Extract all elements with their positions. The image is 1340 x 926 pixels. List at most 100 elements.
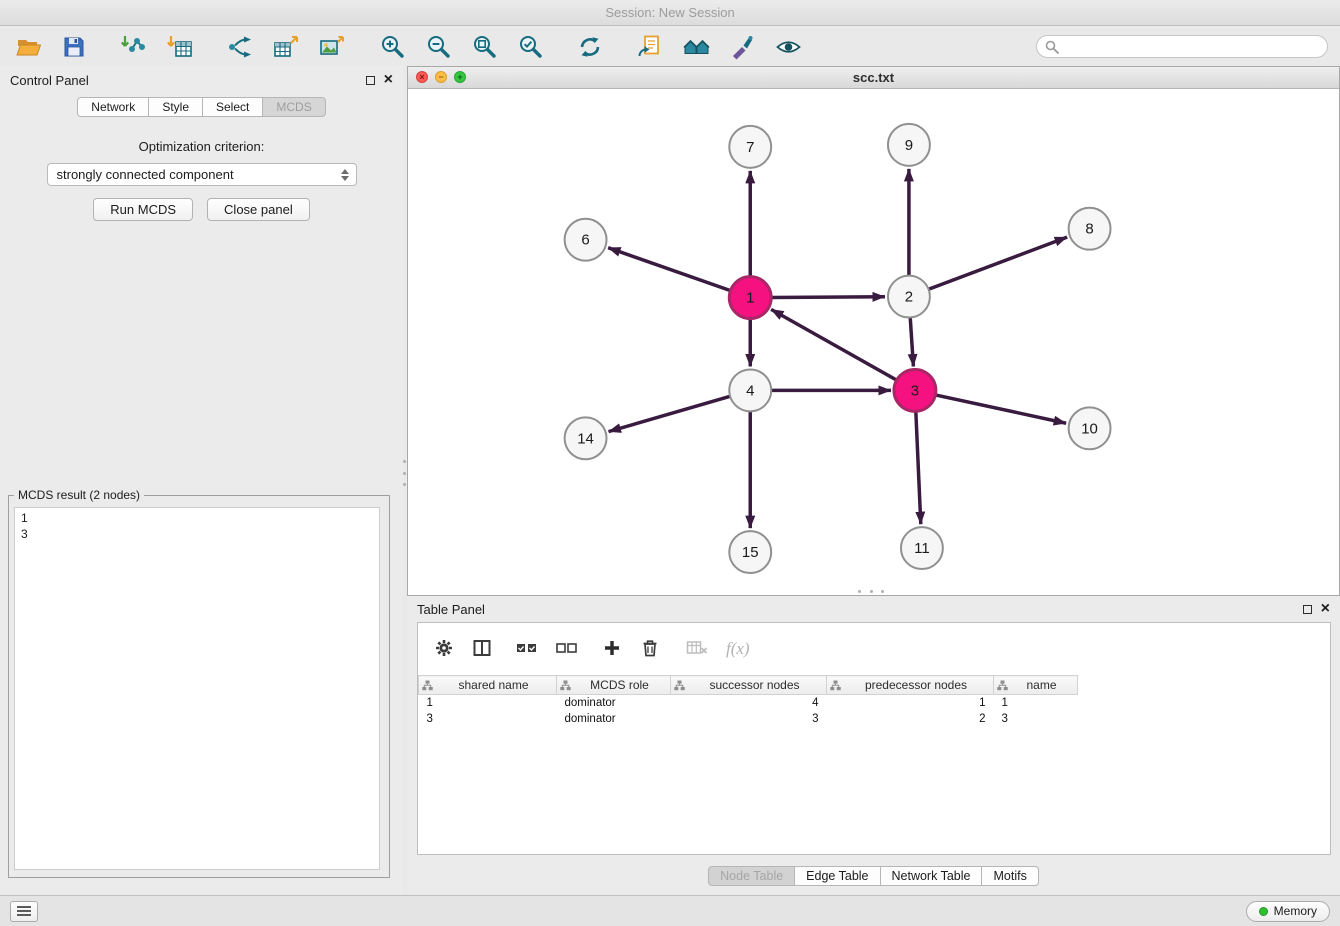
close-window-icon[interactable]: × [416, 71, 428, 83]
table-row[interactable]: 1dominator411 [419, 695, 1078, 711]
vertical-splitter-handle[interactable] [402, 460, 406, 486]
graph-node-4[interactable]: 4 [729, 369, 771, 411]
task-list-button[interactable] [10, 901, 38, 922]
search-icon [1045, 40, 1059, 54]
add-column-icon[interactable] [602, 638, 622, 661]
memory-label: Memory [1274, 904, 1317, 918]
svg-text:10: 10 [1081, 420, 1098, 437]
graph-edge-4-14[interactable] [609, 396, 731, 431]
tab-mcds[interactable]: MCDS [262, 97, 325, 117]
float-table-panel-icon[interactable] [1303, 605, 1312, 614]
window-title: Session: New Session [605, 5, 734, 20]
graph-edge-3-1[interactable] [771, 309, 897, 380]
table-row[interactable]: 3dominator323 [419, 711, 1078, 727]
network-view-content: 7 9 6 8 1 2 4 3 14 10 15 11 [408, 89, 1339, 595]
svg-text:3: 3 [911, 382, 919, 399]
export-table-icon[interactable] [270, 32, 302, 62]
control-panel-title: Control Panel [10, 73, 366, 88]
control-panel-header: Control Panel × [0, 66, 403, 94]
table-settings-gear-icon[interactable] [434, 638, 454, 661]
select-all-icon[interactable] [516, 640, 538, 659]
show-hide-eye-icon[interactable] [772, 32, 804, 62]
search-input[interactable] [1036, 35, 1328, 58]
export-network-icon[interactable] [224, 32, 256, 62]
graph-edge-2-8[interactable] [929, 237, 1068, 289]
memory-button[interactable]: Memory [1246, 901, 1330, 922]
zoom-selected-icon[interactable] [514, 32, 546, 62]
control-panel-tabs: NetworkStyleSelectMCDS [0, 97, 403, 117]
svg-text:1: 1 [746, 290, 754, 307]
graph-node-6[interactable]: 6 [565, 219, 607, 261]
tab-edge-table[interactable]: Edge Table [794, 866, 880, 886]
graph-edge-1-6[interactable] [608, 248, 730, 291]
graph-node-11[interactable]: 11 [901, 527, 943, 569]
network-window-titlebar[interactable]: × − + scc.txt [408, 67, 1339, 89]
float-panel-icon[interactable] [366, 76, 375, 85]
table-panel: Table Panel × [407, 596, 1340, 895]
table-cell[interactable]: 3 [419, 711, 557, 727]
close-table-panel-icon[interactable]: × [1321, 601, 1330, 617]
table-cell[interactable]: dominator [557, 695, 671, 711]
zoom-fit-icon[interactable] [468, 32, 500, 62]
close-panel-button[interactable]: Close panel [207, 198, 310, 221]
delete-column-trash-icon[interactable] [640, 638, 660, 661]
table-cell[interactable]: dominator [557, 711, 671, 727]
column-header-MCDS-role[interactable]: MCDS role [557, 676, 671, 695]
column-tree-icon [997, 680, 1008, 691]
table-cell[interactable]: 3 [671, 711, 827, 727]
zoom-in-icon[interactable] [376, 32, 408, 62]
graph-node-15[interactable]: 15 [729, 531, 771, 573]
tab-node-table[interactable]: Node Table [708, 866, 795, 886]
svg-text:9: 9 [905, 137, 913, 154]
table-cell[interactable]: 3 [994, 711, 1078, 727]
import-table-icon[interactable] [164, 32, 196, 62]
save-session-icon[interactable] [58, 32, 90, 62]
copy-view-icon[interactable] [634, 32, 666, 62]
graph-node-1[interactable]: 1 [729, 277, 771, 319]
graph-edge-3-10[interactable] [935, 395, 1066, 423]
tab-motifs[interactable]: Motifs [981, 866, 1038, 886]
maximize-window-icon[interactable]: + [454, 71, 466, 83]
graph-node-7[interactable]: 7 [729, 126, 771, 168]
import-network-icon[interactable] [118, 32, 150, 62]
tab-network-table[interactable]: Network Table [880, 866, 983, 886]
run-mcds-button[interactable]: Run MCDS [93, 198, 193, 221]
column-tree-icon [560, 680, 571, 691]
close-panel-icon[interactable]: × [384, 72, 393, 88]
column-header-successor-nodes[interactable]: successor nodes [671, 676, 827, 695]
graph-edge-1-2[interactable] [771, 297, 885, 298]
column-header-shared-name[interactable]: shared name [419, 676, 557, 695]
horizontal-splitter-handle[interactable] [858, 589, 884, 593]
graph-node-9[interactable]: 9 [888, 124, 930, 166]
memory-status-icon [1259, 907, 1268, 916]
graph-node-10[interactable]: 10 [1069, 407, 1111, 449]
column-header-predecessor-nodes[interactable]: predecessor nodes [827, 676, 994, 695]
tab-network[interactable]: Network [77, 97, 149, 117]
refresh-icon[interactable] [574, 32, 606, 62]
graph-edge-3-11[interactable] [916, 411, 921, 524]
minimize-window-icon[interactable]: − [435, 71, 447, 83]
table-cell[interactable]: 1 [419, 695, 557, 711]
criterion-select[interactable]: strongly connected component [47, 163, 357, 186]
table-cell[interactable]: 1 [827, 695, 994, 711]
graph-node-3[interactable]: 3 [894, 369, 936, 411]
open-session-folder-icon[interactable] [12, 32, 44, 62]
table-cell[interactable]: 2 [827, 711, 994, 727]
column-tree-icon [674, 680, 685, 691]
show-columns-icon[interactable] [472, 638, 492, 661]
first-neighbors-homes-icon[interactable] [680, 32, 712, 62]
style-paint-icon[interactable] [726, 32, 758, 62]
deselect-all-icon[interactable] [556, 640, 578, 659]
graph-node-14[interactable]: 14 [565, 417, 607, 459]
table-cell[interactable]: 1 [994, 695, 1078, 711]
table-cell[interactable]: 4 [671, 695, 827, 711]
tab-select[interactable]: Select [202, 97, 263, 117]
zoom-out-icon[interactable] [422, 32, 454, 62]
graph-node-8[interactable]: 8 [1069, 208, 1111, 250]
tab-style[interactable]: Style [148, 97, 203, 117]
graph-edge-2-3[interactable] [910, 318, 913, 367]
export-image-icon[interactable] [316, 32, 348, 62]
column-header-name[interactable]: name [994, 676, 1078, 695]
graph-node-2[interactable]: 2 [888, 276, 930, 318]
network-canvas[interactable]: 7 9 6 8 1 2 4 3 14 10 15 11 [408, 89, 1339, 595]
